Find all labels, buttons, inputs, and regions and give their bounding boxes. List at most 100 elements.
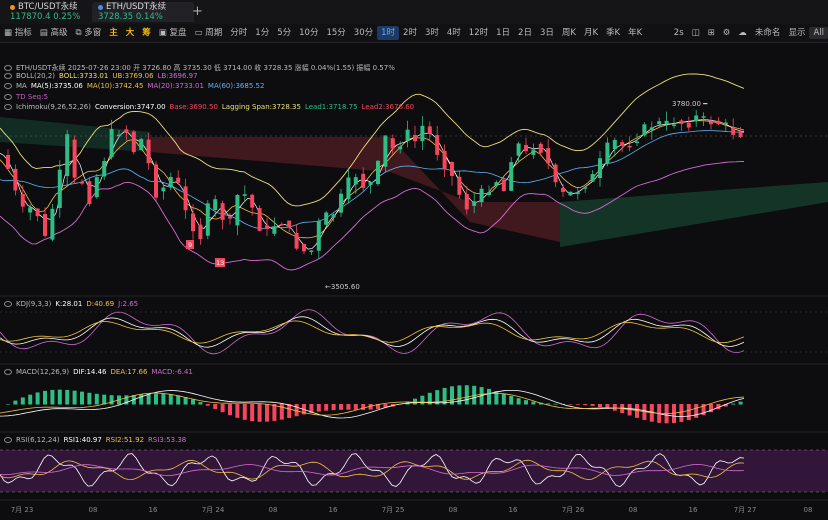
cloud-icon[interactable]: ☁ bbox=[734, 24, 751, 42]
kdj-k-line bbox=[0, 316, 745, 348]
display-button[interactable]: 显示 bbox=[784, 24, 809, 42]
macd-bar bbox=[361, 404, 366, 410]
add-tab-icon[interactable]: + bbox=[192, 4, 203, 19]
toolbar-item-0[interactable]: ▦ 指标 bbox=[0, 24, 36, 42]
toolbar-item-16[interactable]: 1日 bbox=[492, 24, 514, 42]
toolbar-item-19[interactable]: 周K bbox=[558, 24, 580, 42]
macd-bar bbox=[324, 404, 329, 411]
macd-bar bbox=[43, 390, 47, 405]
toolbar-item-3[interactable]: ▣ 复盘 bbox=[155, 24, 191, 42]
toolbar-item-22[interactable]: 年K bbox=[624, 24, 646, 42]
candle-body bbox=[302, 244, 306, 252]
tab-eth[interactable]: ETH/USDT永续 3728.35 0.14% bbox=[92, 2, 194, 22]
macd-bar bbox=[612, 404, 617, 411]
td-9-label: 9 bbox=[188, 241, 192, 249]
toolbar-item-20[interactable]: 月K bbox=[580, 24, 602, 42]
chart-area[interactable]: 3780.00 ━ ←3505.60 9 13 7月 23 08 16 7月 24 08 16 7月… bbox=[0, 42, 828, 517]
candle-body bbox=[723, 122, 728, 125]
candle-body bbox=[13, 168, 18, 191]
toolbar-item-9[interactable]: 15分 bbox=[322, 24, 349, 42]
eye-icon[interactable] bbox=[4, 83, 12, 89]
macd-legend: MACD(12,26,9) DIF:14.46 DEA:17.66 MACD:-… bbox=[4, 368, 193, 376]
candle-body bbox=[686, 122, 691, 128]
candle-body bbox=[35, 208, 40, 217]
candle-body bbox=[546, 148, 551, 164]
toolbar-item-2[interactable]: ⧉ 多窗 bbox=[71, 24, 105, 42]
toolbar-item-13[interactable]: 3时 bbox=[421, 24, 443, 42]
eye-icon[interactable] bbox=[4, 301, 12, 307]
eye-icon[interactable] bbox=[4, 437, 12, 443]
x-axis-label: 7月 25 bbox=[382, 506, 405, 514]
candle-body bbox=[435, 135, 440, 155]
toolbar-item-4[interactable]: ▭ 周期 bbox=[191, 24, 227, 42]
high-price-label: 3780.00 ━ bbox=[672, 100, 708, 108]
candle-body bbox=[43, 214, 47, 236]
candle-body bbox=[649, 127, 654, 131]
macd-bar bbox=[257, 404, 262, 422]
eye-icon[interactable] bbox=[4, 104, 12, 110]
settings-icon[interactable]: ⚙ bbox=[719, 24, 735, 42]
rsi-band bbox=[0, 450, 828, 492]
candle-body bbox=[472, 201, 477, 206]
macd-bar bbox=[50, 389, 55, 405]
candle-body bbox=[442, 150, 447, 169]
macd-bar bbox=[72, 390, 77, 405]
macd-bar bbox=[65, 389, 70, 405]
draw-tool-2[interactable]: 筹 bbox=[138, 24, 155, 42]
layout-icon[interactable]: ⊞ bbox=[704, 24, 719, 42]
macd-bar bbox=[509, 395, 514, 405]
candle-body bbox=[154, 164, 158, 198]
all-button[interactable]: All bbox=[809, 27, 828, 39]
toolbar-item-5[interactable]: 分时 bbox=[226, 24, 251, 42]
candle-body bbox=[80, 182, 84, 184]
macd-bar bbox=[598, 404, 602, 408]
toolbar-item-8[interactable]: 10分 bbox=[295, 24, 322, 42]
macd-bar bbox=[109, 395, 114, 405]
candle-body bbox=[198, 224, 203, 240]
candle-body bbox=[139, 138, 144, 150]
draw-tool-1[interactable]: 大 bbox=[122, 24, 139, 42]
macd-bar bbox=[413, 398, 417, 405]
macd-bar bbox=[353, 404, 358, 410]
candle-body bbox=[627, 145, 632, 148]
draw-tool-0[interactable]: 主 bbox=[105, 24, 122, 42]
macd-bar bbox=[487, 388, 491, 405]
toolbar-item-11[interactable]: 1时 bbox=[377, 26, 400, 40]
toolbar-item-18[interactable]: 3日 bbox=[536, 24, 558, 42]
eye-icon[interactable] bbox=[4, 73, 12, 79]
macd-bar bbox=[198, 402, 203, 405]
tab-bar: BTC/USDT永续 117870.4 0.25% ETH/USDT永续 372… bbox=[0, 0, 828, 25]
toolbar-item-17[interactable]: 2日 bbox=[514, 24, 536, 42]
toolbar-item-1[interactable]: ▤ 高级 bbox=[36, 24, 72, 42]
toolbar-item-6[interactable]: 1分 bbox=[251, 24, 273, 42]
candle-body bbox=[6, 155, 10, 169]
candle-body bbox=[516, 143, 521, 156]
candle-body bbox=[257, 208, 262, 231]
candle-body bbox=[316, 221, 321, 251]
candle-body bbox=[612, 139, 617, 150]
toolbar-item-12[interactable]: 2时 bbox=[399, 24, 421, 42]
chart-canvas[interactable]: 3780.00 ━ ←3505.60 9 13 7月 23 08 16 7月 24 08 16 7月… bbox=[0, 42, 828, 517]
eye-icon[interactable] bbox=[4, 94, 12, 100]
tab-eth-symbol: ETH/USDT永续 bbox=[106, 2, 167, 12]
camera-icon[interactable]: ◫ bbox=[688, 24, 704, 42]
toolbar-item-7[interactable]: 5分 bbox=[273, 24, 295, 42]
eye-icon[interactable] bbox=[4, 369, 12, 375]
toolbar-item-21[interactable]: 季K bbox=[602, 24, 624, 42]
toolbar-item-10[interactable]: 30分 bbox=[350, 24, 377, 42]
low-price-label: ←3505.60 bbox=[325, 283, 360, 291]
eye-icon[interactable] bbox=[4, 65, 12, 71]
toolbar-item-14[interactable]: 4时 bbox=[443, 24, 465, 42]
candle-body bbox=[575, 192, 580, 195]
tab-btc[interactable]: BTC/USDT永续 117870.4 0.25% bbox=[4, 2, 86, 22]
refresh-rate[interactable]: 2s bbox=[670, 24, 688, 42]
layout-name[interactable]: 未命名 bbox=[751, 24, 785, 42]
toolbar-item-15[interactable]: 12时 bbox=[465, 24, 492, 42]
candle-body bbox=[191, 213, 195, 232]
macd-bar bbox=[35, 392, 40, 405]
candle-body bbox=[50, 208, 55, 240]
macd-bar bbox=[516, 398, 521, 405]
candle-body bbox=[309, 250, 314, 253]
candle-body bbox=[420, 125, 425, 142]
x-axis-label: 08 bbox=[269, 506, 278, 514]
